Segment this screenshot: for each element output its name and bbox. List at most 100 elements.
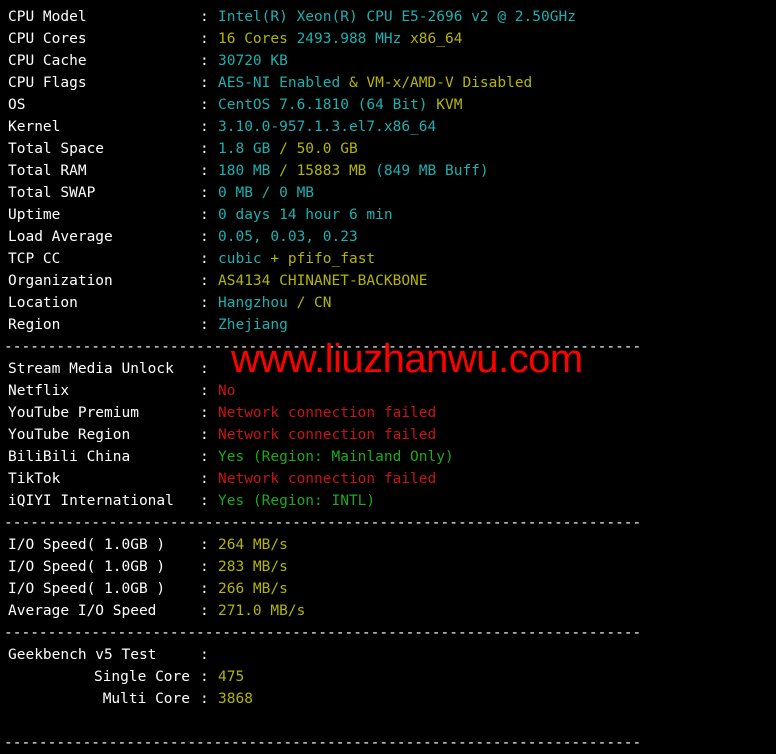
section-divider: ----------------------------------------… xyxy=(4,339,642,355)
row-value: Network connection failed xyxy=(218,405,437,421)
row-separator: : xyxy=(200,603,209,619)
row-label: I/O Speed( 1.0GB ) xyxy=(8,559,166,575)
row-label: Total RAM xyxy=(8,163,87,179)
row-separator: : xyxy=(200,75,209,91)
output-row: Geekbench v5 Test: xyxy=(0,644,776,666)
output-row: Total RAM:180 MB / 15883 MB (849 MB Buff… xyxy=(0,160,776,182)
row-separator: : xyxy=(200,185,209,201)
output-row: Kernel:3.10.0-957.1.3.el7.x86_64 xyxy=(0,116,776,138)
row-label: OS xyxy=(8,97,26,113)
row-label: Average I/O Speed xyxy=(8,603,157,619)
row-value: 271.0 MB/s xyxy=(218,603,306,619)
row-value: AES-NI Enabled xyxy=(218,75,349,91)
row-label: TikTok xyxy=(8,471,61,487)
row-separator: : xyxy=(200,97,209,113)
output-row: Uptime:0 days 14 hour 6 min xyxy=(0,204,776,226)
row-label: Kernel xyxy=(8,119,61,135)
row-label: I/O Speed( 1.0GB ) xyxy=(8,537,166,553)
row-label: Stream Media Unlock xyxy=(8,361,174,377)
row-separator: : xyxy=(200,163,209,179)
row-separator: : xyxy=(200,207,209,223)
row-label: Load Average xyxy=(8,229,113,245)
row-separator: : xyxy=(200,53,209,69)
row-label: Organization xyxy=(8,273,113,289)
output-row: Load Average:0.05, 0.03, 0.23 xyxy=(0,226,776,248)
output-row: Multi Core:3868 xyxy=(0,688,776,710)
row-value: + pfifo_fast xyxy=(270,251,376,267)
output-row: Netflix: No xyxy=(0,380,776,402)
output-row: I/O Speed( 1.0GB ):266 MB/s xyxy=(0,578,776,600)
output-row: Total Space:1.8 GB / 50.0 GB xyxy=(0,138,776,160)
row-value: 2493.988 MHz xyxy=(296,31,411,47)
row-label: I/O Speed( 1.0GB ) xyxy=(8,581,166,597)
row-label: CPU Cores xyxy=(8,31,87,47)
row-label: CPU Model xyxy=(8,9,87,25)
row-value: 475 xyxy=(218,669,245,685)
row-value: Yes (Region: Mainland Only) xyxy=(218,449,454,465)
row-value: 266 MB/s xyxy=(218,581,288,597)
row-value: cubic xyxy=(218,251,271,267)
row-value: 3.10.0-957.1.3.el7.x86_64 xyxy=(218,119,437,135)
row-separator: : xyxy=(200,273,209,289)
output-row: Location: Hangzhou / CN xyxy=(0,292,776,314)
row-value: Hangzhou xyxy=(218,295,297,311)
output-row: TCP CC: cubic + pfifo_fast xyxy=(0,248,776,270)
output-row: YouTube Region: Network connection failed xyxy=(0,424,776,446)
row-value: 0 MB / 0 MB xyxy=(218,185,315,201)
row-label: Region xyxy=(8,317,61,333)
row-value: 264 MB/s xyxy=(218,537,288,553)
row-separator: : xyxy=(200,361,209,377)
row-label: Total Space xyxy=(8,141,105,157)
row-value: Zhejiang xyxy=(218,317,288,333)
row-separator: : xyxy=(200,669,209,685)
row-label: YouTube Premium xyxy=(8,405,139,421)
row-label: Total SWAP xyxy=(8,185,96,201)
row-label: Location xyxy=(8,295,78,311)
output-row: YouTube Premium: Network connection faile… xyxy=(0,402,776,424)
row-value: / xyxy=(279,141,297,157)
row-label: BiliBili China xyxy=(8,449,131,465)
row-value: 16 Cores xyxy=(218,31,297,47)
row-separator: : xyxy=(200,9,209,25)
row-label: YouTube Region xyxy=(8,427,131,443)
row-value: Yes (Region: INTL) xyxy=(218,493,376,509)
row-value: x86_64 xyxy=(410,31,463,47)
row-separator: : xyxy=(200,251,209,267)
row-label: CPU Cache xyxy=(8,53,87,69)
row-separator: : xyxy=(200,493,209,509)
row-value: 30720 KB xyxy=(218,53,288,69)
output-row: BiliBili China: Yes (Region: Mainland Onl… xyxy=(0,446,776,468)
output-row: Region: Zhejiang xyxy=(0,314,776,336)
row-value: KVM xyxy=(436,97,463,113)
row-separator: : xyxy=(200,31,209,47)
output-row: iQIYI International: Yes (Region: INTL) xyxy=(0,490,776,512)
row-separator: : xyxy=(200,559,209,575)
row-value: / xyxy=(296,295,315,311)
output-row: OS: CentOS 7.6.1810 (64 Bit) KVM xyxy=(0,94,776,116)
row-separator: : xyxy=(200,405,209,421)
row-value: / 15883 MB xyxy=(279,163,376,179)
terminal-output: CPU Model: Intel(R) Xeon(R) CPU E5-2696 v… xyxy=(0,0,776,754)
row-label: Geekbench v5 Test xyxy=(8,647,157,663)
row-label: Uptime xyxy=(8,207,61,223)
row-value: 180 MB xyxy=(218,163,280,179)
row-value: 0.05, 0.03, 0.23 xyxy=(218,229,358,245)
row-separator: : xyxy=(200,119,209,135)
row-separator: : xyxy=(200,141,209,157)
row-separator: : xyxy=(200,317,209,333)
row-separator: : xyxy=(200,449,209,465)
output-row: Total SWAP:0 MB / 0 MB xyxy=(0,182,776,204)
section-divider: ----------------------------------------… xyxy=(4,625,642,641)
row-value: & VM-x/AMD-V Disabled xyxy=(348,75,533,91)
output-row: Stream Media Unlock: xyxy=(0,358,776,380)
output-row: Organization: AS4134 CHINANET-BACKBONE xyxy=(0,270,776,292)
row-value: 283 MB/s xyxy=(218,559,288,575)
row-separator: : xyxy=(200,295,209,311)
row-value: No xyxy=(218,383,236,399)
row-separator: : xyxy=(200,647,209,663)
row-label: Multi Core xyxy=(102,691,190,707)
row-value: AS4134 CHINANET-BACKBONE xyxy=(218,273,428,289)
output-row: CPU Cores:16 Cores 2493.988 MHz x86_64 xyxy=(0,28,776,50)
output-row: CPU Model: Intel(R) Xeon(R) CPU E5-2696 v… xyxy=(0,6,776,28)
